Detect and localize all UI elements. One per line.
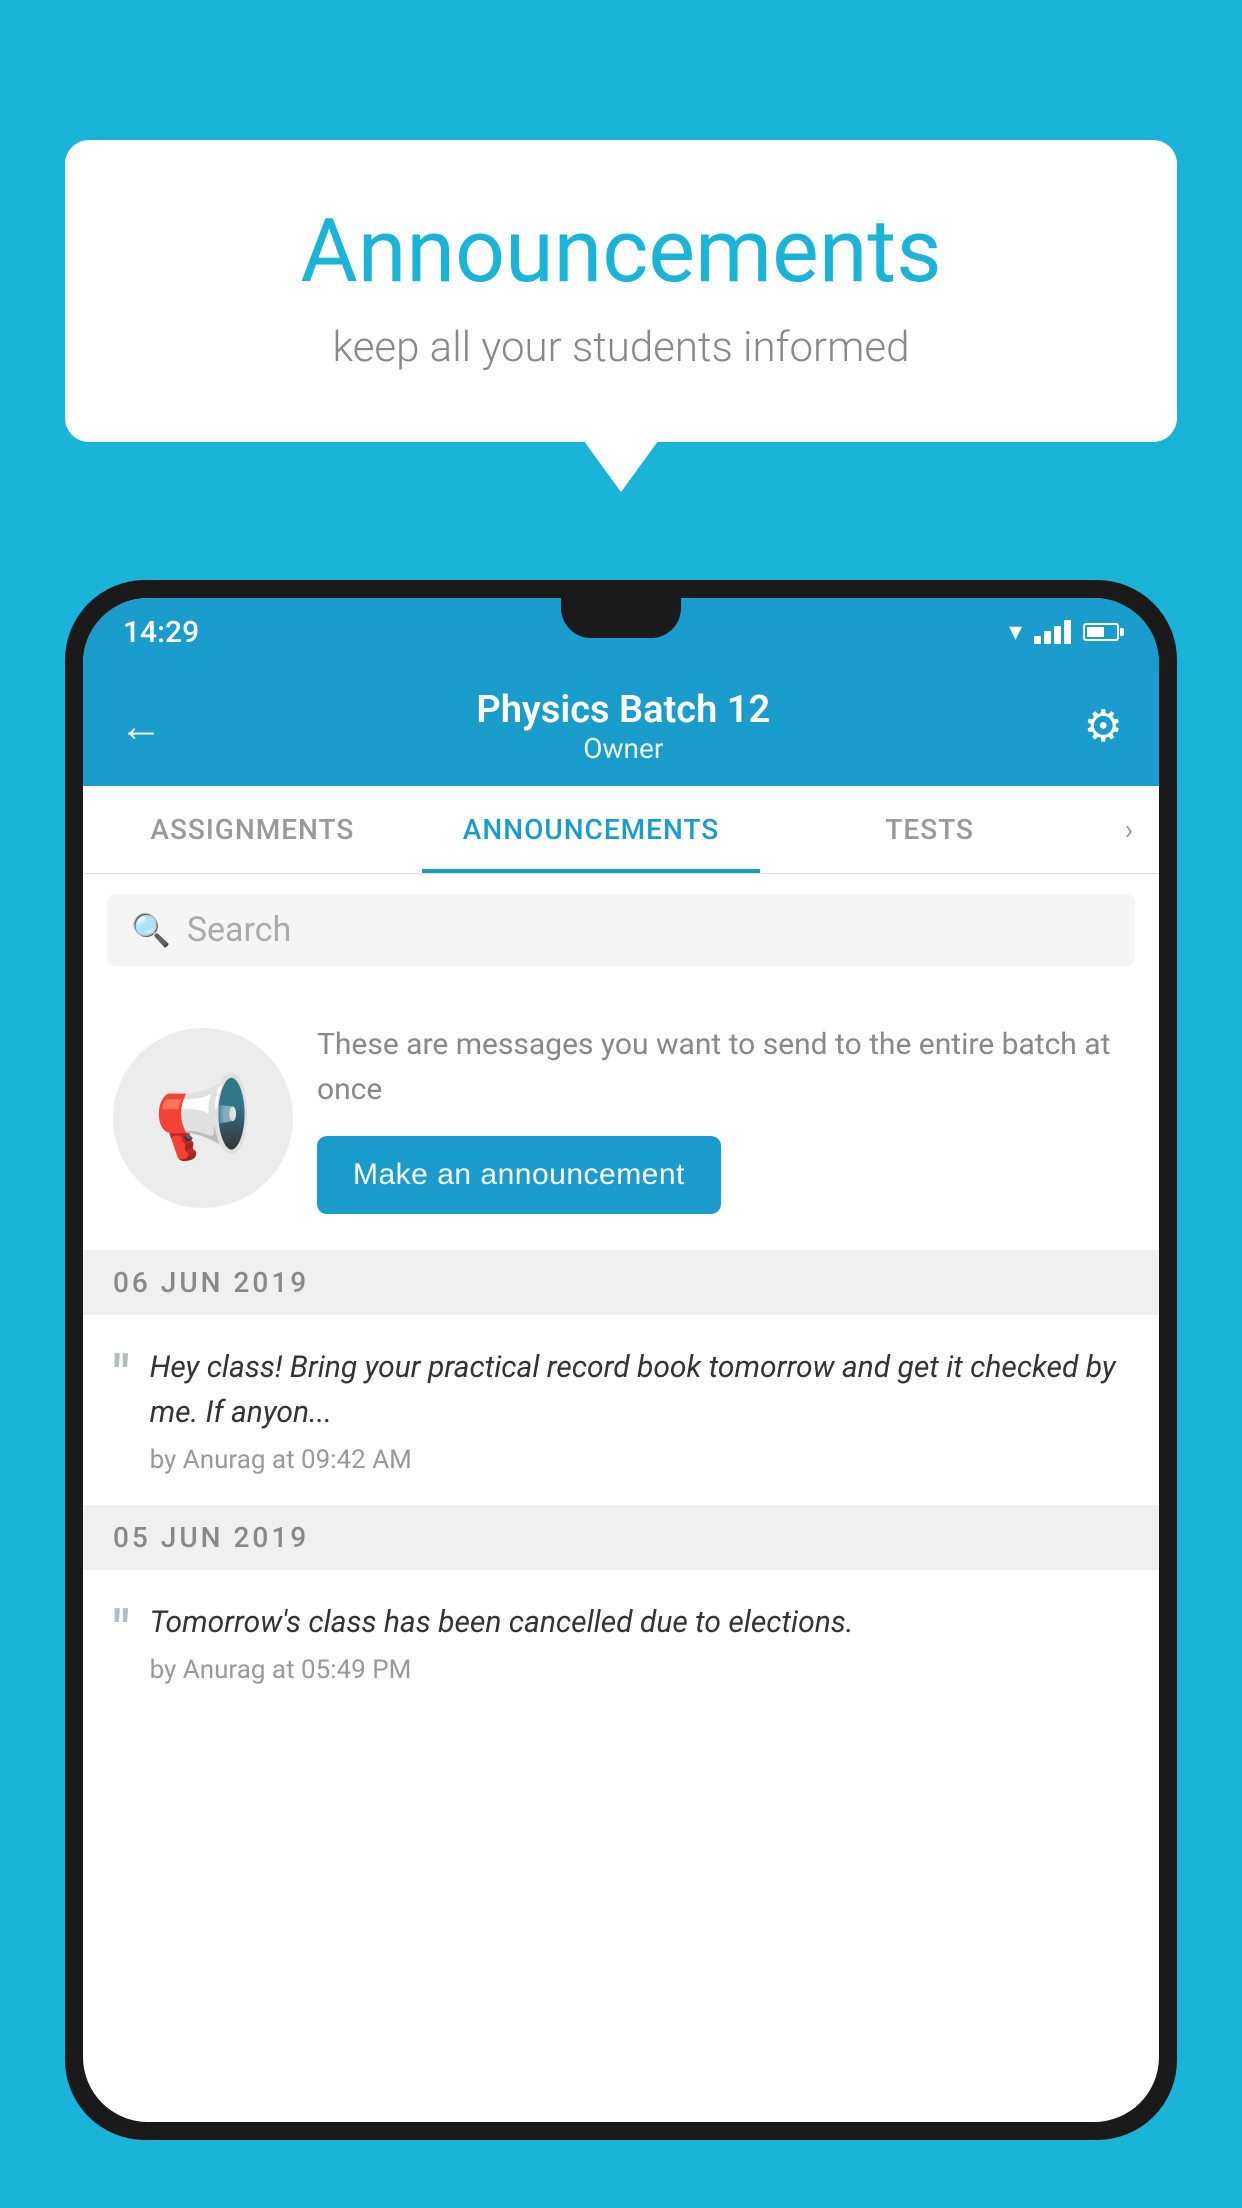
tab-bar: ASSIGNMENTS ANNOUNCEMENTS TESTS › [83, 786, 1159, 874]
announcement-meta-2: by Anurag at 05:49 PM [150, 1655, 1129, 1685]
tab-more[interactable]: › [1099, 786, 1159, 873]
search-container: 🔍 Search [83, 874, 1159, 986]
bubble-title: Announcements [145, 200, 1097, 303]
status-time: 14:29 [123, 615, 199, 650]
megaphone-circle: 📢 [113, 1028, 293, 1208]
notch [561, 598, 681, 638]
speech-bubble: Announcements keep all your students inf… [65, 140, 1177, 442]
back-button[interactable]: ← [119, 700, 163, 752]
quote-icon-1: " [113, 1349, 130, 1401]
announcement-content-2: Tomorrow's class has been cancelled due … [150, 1600, 1129, 1685]
battery-icon [1083, 623, 1119, 641]
batch-title: Physics Batch 12 [476, 688, 770, 732]
phone-mockup: 14:29 ▾ ← Phys [65, 580, 1177, 2140]
make-announcement-button[interactable]: Make an announcement [317, 1136, 721, 1214]
speech-bubble-container: Announcements keep all your students inf… [65, 140, 1177, 442]
batch-role: Owner [476, 732, 770, 765]
status-bar: 14:29 ▾ [83, 598, 1159, 666]
announcement-meta-1: by Anurag at 09:42 AM [150, 1445, 1129, 1475]
announcement-item-1[interactable]: " Hey class! Bring your practical record… [83, 1315, 1159, 1505]
promo-right: These are messages you want to send to t… [317, 1022, 1129, 1214]
announcement-item-2[interactable]: " Tomorrow's class has been cancelled du… [83, 1570, 1159, 1715]
search-bar[interactable]: 🔍 Search [107, 894, 1135, 966]
tab-announcements[interactable]: ANNOUNCEMENTS [422, 786, 761, 873]
date-divider-2: 05 JUN 2019 [83, 1505, 1159, 1570]
app-header: ← Physics Batch 12 Owner ⚙ [83, 666, 1159, 786]
tab-tests[interactable]: TESTS [760, 786, 1099, 873]
promo-text: These are messages you want to send to t… [317, 1022, 1129, 1112]
phone-outer: 14:29 ▾ ← Phys [65, 580, 1177, 2140]
megaphone-icon: 📢 [153, 1071, 253, 1165]
settings-icon[interactable]: ⚙ [1084, 700, 1123, 752]
header-title-group: Physics Batch 12 Owner [476, 688, 770, 765]
announcement-promo: 📢 These are messages you want to send to… [83, 986, 1159, 1250]
announcement-text-2: Tomorrow's class has been cancelled due … [150, 1600, 1129, 1645]
quote-icon-2: " [113, 1604, 130, 1656]
wifi-icon: ▾ [1009, 617, 1022, 647]
phone-screen: 14:29 ▾ ← Phys [83, 598, 1159, 2122]
search-icon: 🔍 [131, 911, 171, 949]
date-divider-1: 06 JUN 2019 [83, 1250, 1159, 1315]
signal-icon [1034, 620, 1071, 644]
tab-assignments[interactable]: ASSIGNMENTS [83, 786, 422, 873]
announcement-text-1: Hey class! Bring your practical record b… [150, 1345, 1129, 1435]
search-placeholder: Search [187, 910, 291, 950]
announcement-content-1: Hey class! Bring your practical record b… [150, 1345, 1129, 1475]
status-icons: ▾ [1009, 617, 1119, 647]
bubble-subtitle: keep all your students informed [145, 323, 1097, 372]
